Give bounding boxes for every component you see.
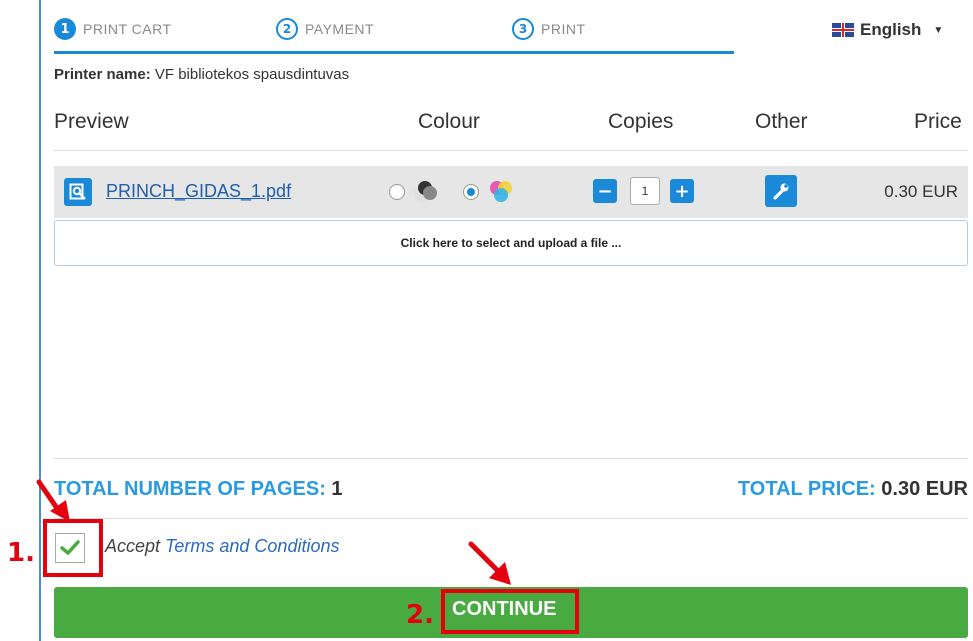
total-price-label: TOTAL PRICE: — [737, 478, 876, 500]
accept-terms-text: Accept Terms and Conditions — [105, 536, 339, 557]
copies-input[interactable]: 1 — [630, 177, 660, 205]
column-price: Price — [914, 110, 962, 133]
printer-label: Printer name: — [54, 66, 151, 83]
file-row: PRINCH_GIDAS_1.pdf − 1 + 0.30 EUR — [54, 166, 968, 218]
step-label: PAYMENT — [305, 21, 375, 37]
annotation-box-checkbox — [43, 519, 103, 577]
column-copies: Copies — [608, 110, 674, 133]
total-pages-value: 1 — [331, 478, 343, 500]
printer-name: Printer name: VF bibliotekos spausdintuv… — [54, 66, 349, 83]
annotation-box-continue — [441, 589, 579, 634]
wrench-icon — [773, 183, 789, 200]
language-selector[interactable]: English ▼ — [832, 20, 943, 40]
annotation-arrow-2-icon — [468, 541, 511, 585]
step-number: 3 — [512, 18, 534, 40]
header-divider — [54, 150, 968, 151]
totals-divider-top — [54, 458, 968, 459]
annotation-number-1: 1. — [7, 538, 35, 568]
colour-radio[interactable] — [463, 184, 479, 200]
settings-button[interactable] — [765, 175, 797, 207]
totals-divider-bottom — [54, 518, 968, 519]
caret-down-icon: ▼ — [933, 24, 944, 36]
step-print-cart[interactable]: 1 PRINT CART — [54, 18, 172, 40]
total-price-value: 0.30 EUR — [881, 478, 968, 500]
colour-icon — [490, 181, 512, 202]
step-number: 1 — [54, 18, 76, 40]
language-label: English — [860, 20, 922, 39]
file-price: 0.30 EUR — [884, 182, 958, 201]
preview-button[interactable] — [64, 178, 92, 206]
increase-copies-button[interactable]: + — [670, 179, 694, 203]
annotation-number-2: 2. — [406, 600, 434, 630]
upload-file-area[interactable]: Click here to select and upload a file .… — [54, 220, 968, 266]
printer-value: VF bibliotekos spausdintuvas — [154, 66, 350, 83]
step-label: PRINT CART — [83, 21, 172, 37]
preview-search-icon — [69, 183, 86, 200]
column-preview: Preview — [54, 110, 129, 133]
uk-flag-icon — [832, 23, 854, 37]
terms-link[interactable]: Terms and Conditions — [165, 536, 339, 556]
step-number: 2 — [276, 18, 298, 40]
steps-progress-line — [54, 51, 734, 54]
column-other: Other — [755, 110, 808, 133]
accept-label: Accept — [105, 536, 161, 556]
file-name-link[interactable]: PRINCH_GIDAS_1.pdf — [106, 181, 291, 202]
annotation-arrow-1-icon — [36, 479, 70, 522]
step-print[interactable]: 3 PRINT — [512, 18, 586, 40]
decrease-copies-button[interactable]: − — [593, 179, 617, 203]
step-payment[interactable]: 2 PAYMENT — [276, 18, 374, 40]
column-colour: Colour — [418, 110, 480, 133]
total-price: TOTAL PRICE: 0.30 EUR — [738, 478, 968, 501]
total-pages: TOTAL NUMBER OF PAGES: 1 — [54, 478, 343, 501]
checkout-steps: 1 PRINT CART 2 PAYMENT 3 PRINT — [54, 14, 734, 54]
black-white-icon — [414, 181, 437, 202]
bw-radio[interactable] — [389, 184, 405, 200]
total-pages-label: TOTAL NUMBER OF PAGES: — [54, 478, 326, 500]
panel-left-border — [39, 0, 41, 641]
step-label: PRINT — [541, 21, 586, 37]
